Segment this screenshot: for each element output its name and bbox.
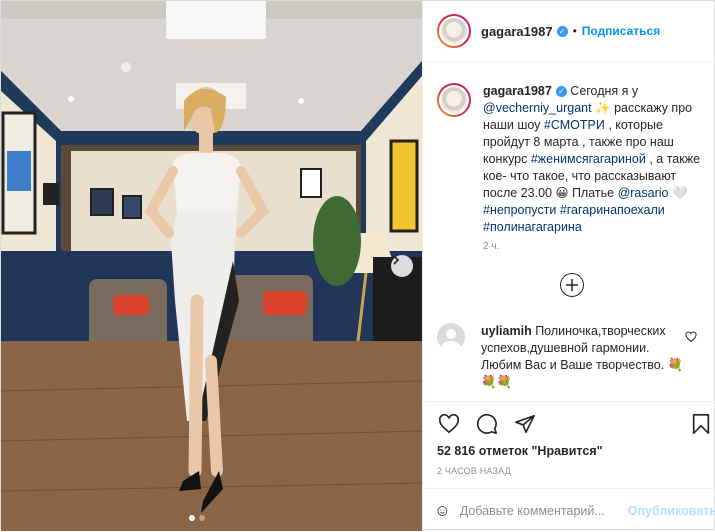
plus-icon bbox=[566, 279, 578, 291]
post-photo[interactable] bbox=[1, 1, 422, 531]
hashtag-link[interactable]: #непропусти bbox=[483, 203, 556, 217]
bookmark-icon bbox=[692, 414, 710, 434]
add-comment-bar: Опубликовать bbox=[423, 488, 715, 532]
post-sidebar: gagara1987 ✓ • Подписаться gagara1987 ✓ С… bbox=[422, 1, 715, 531]
caption-segment: 🤍 bbox=[668, 186, 688, 200]
smiley-icon[interactable] bbox=[437, 500, 448, 522]
speech-bubble-icon bbox=[476, 413, 497, 434]
heart-icon bbox=[685, 331, 697, 343]
verified-badge-icon: ✓ bbox=[555, 86, 567, 97]
carousel-dot bbox=[189, 515, 195, 521]
like-button[interactable] bbox=[437, 412, 461, 436]
avatar[interactable] bbox=[437, 83, 471, 117]
post-actions: 52 816 отметок "Нравится" 2 ЧАСОВ НАЗАД … bbox=[423, 401, 715, 531]
comment-button[interactable] bbox=[475, 412, 499, 436]
comment-like-button[interactable] bbox=[685, 331, 697, 346]
comment-text: uyliamih Полиночка,творческих успехов,ду… bbox=[481, 323, 691, 391]
comment-input[interactable] bbox=[459, 503, 620, 518]
likes-count[interactable]: 52 816 отметок "Нравится" bbox=[437, 444, 603, 458]
post-header: gagara1987 ✓ • Подписаться bbox=[423, 1, 715, 62]
paper-plane-icon bbox=[515, 414, 535, 434]
share-button[interactable] bbox=[513, 412, 537, 436]
carousel-dot bbox=[199, 515, 205, 521]
save-button[interactable] bbox=[689, 412, 713, 436]
carousel-dots bbox=[189, 515, 205, 521]
caption-segment: Сегодня я у bbox=[566, 84, 639, 98]
carousel-next-button[interactable] bbox=[391, 255, 413, 277]
mention-link[interactable]: @rasario bbox=[618, 186, 669, 200]
header-username[interactable]: gagara1987 bbox=[481, 24, 553, 39]
post-caption: gagara1987 ✓ Сегодня я у @vecherniy_urgan… bbox=[437, 83, 707, 236]
photo-illustration bbox=[1, 1, 422, 531]
mention-link[interactable]: @vecherniy_urgant bbox=[483, 101, 592, 115]
hashtag-link[interactable]: #гагаринапоехали bbox=[560, 203, 665, 217]
caption-username[interactable]: gagara1987 bbox=[483, 84, 552, 98]
header-separator: • bbox=[572, 24, 577, 38]
post-timestamp[interactable]: 2 ЧАСОВ НАЗАД bbox=[437, 466, 511, 476]
verified-badge-icon: ✓ bbox=[556, 25, 568, 37]
caption-text: gagara1987 ✓ Сегодня я у @vecherniy_urgan… bbox=[483, 83, 705, 236]
avatar[interactable] bbox=[437, 14, 471, 48]
instagram-post: gagara1987 ✓ • Подписаться gagara1987 ✓ С… bbox=[0, 0, 715, 531]
comment-username[interactable]: uyliamih bbox=[481, 324, 532, 338]
comment-item: uyliamih Полиночка,творческих успехов,ду… bbox=[437, 323, 707, 391]
heart-icon bbox=[438, 413, 460, 434]
follow-button[interactable]: Подписаться bbox=[582, 24, 660, 38]
load-more-comments-button[interactable] bbox=[560, 273, 584, 297]
chevron-right-icon bbox=[393, 255, 400, 265]
comment-avatar[interactable] bbox=[437, 323, 465, 351]
hashtag-link[interactable]: #полинагагарина bbox=[483, 220, 582, 234]
caption-time[interactable]: 2 ч. bbox=[483, 241, 499, 252]
hashtag-link[interactable]: #женимсягагариной bbox=[531, 152, 646, 166]
hashtag-link[interactable]: #СМОТРИ bbox=[544, 118, 605, 132]
publish-button[interactable]: Опубликовать bbox=[628, 504, 715, 518]
